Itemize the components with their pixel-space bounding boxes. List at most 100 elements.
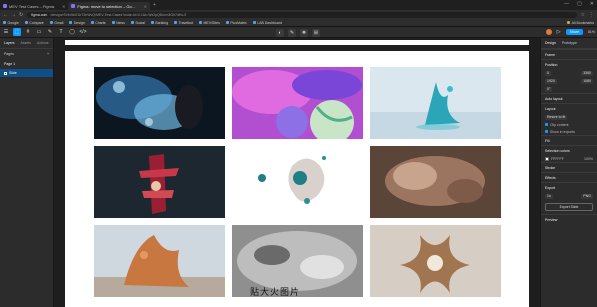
frame-section-title[interactable]: Frame bbox=[541, 49, 597, 59]
image-purple-swirl[interactable] bbox=[232, 67, 363, 139]
tab-prototype[interactable]: Prototype bbox=[562, 41, 577, 45]
preview-toggle[interactable]: Preview bbox=[541, 214, 597, 224]
close-tab-icon[interactable]: ✕ bbox=[144, 4, 147, 9]
component-tool-icon[interactable]: ❖ bbox=[300, 29, 308, 37]
frame-icon bbox=[4, 71, 7, 75]
tab-label: MEV Test Cases – Figma bbox=[9, 3, 55, 9]
dev-mode-icon[interactable]: </> bbox=[79, 28, 87, 36]
bookmark-item[interactable]: Gmail bbox=[49, 21, 63, 25]
fill-hex[interactable]: FFFFFF bbox=[551, 157, 564, 161]
x-field[interactable]: 0 bbox=[545, 70, 551, 76]
checkbox-icon bbox=[545, 130, 548, 133]
back-icon[interactable]: ← bbox=[3, 12, 8, 18]
layer-row-slide[interactable]: Slide bbox=[0, 69, 53, 77]
avatar[interactable] bbox=[545, 29, 552, 35]
bookmark-item[interactable]: Compare bbox=[24, 21, 44, 25]
image-cyan-splash[interactable] bbox=[370, 67, 501, 139]
export-format[interactable]: PNG bbox=[581, 193, 593, 199]
image-cream-splash[interactable] bbox=[370, 225, 501, 297]
shape-tool-icon[interactable]: ▭ bbox=[35, 28, 43, 36]
y-field[interactable]: 3360 bbox=[581, 70, 593, 76]
pen-tool-icon[interactable]: ✎ bbox=[46, 28, 54, 36]
add-page-icon[interactable]: + bbox=[47, 52, 49, 56]
image-orange-splash[interactable] bbox=[94, 225, 225, 297]
grid-tool-icon[interactable]: ⊞ bbox=[312, 29, 320, 37]
layer-label: Slide bbox=[9, 71, 17, 75]
tab-layers[interactable]: Layers bbox=[4, 41, 15, 45]
close-window-button[interactable]: ✕ bbox=[590, 1, 594, 7]
color-swatch[interactable] bbox=[545, 156, 549, 161]
image-blue-ink[interactable] bbox=[94, 67, 225, 139]
frame-tool-icon[interactable]: # bbox=[24, 28, 32, 36]
stroke-section-title[interactable]: Stroke bbox=[541, 162, 597, 172]
design-canvas[interactable]: 贴大火图片 bbox=[54, 38, 540, 307]
fill-row[interactable]: FFFFFF 100% bbox=[541, 155, 597, 162]
center-tools: ◐ ✎ ❖ ⊞ bbox=[276, 29, 320, 37]
present-icon[interactable]: ▷ bbox=[557, 29, 561, 35]
maximize-button[interactable]: ▢ bbox=[577, 1, 582, 7]
bookmark-label: Google bbox=[7, 20, 19, 25]
bookmark-favicon-icon bbox=[174, 21, 178, 24]
browser-menu-icon[interactable]: ⋮ bbox=[589, 12, 594, 18]
bookmark-favicon-icon bbox=[130, 21, 134, 24]
figma-icon bbox=[71, 4, 76, 8]
bookmark-item[interactable]: MEV/Sites bbox=[199, 21, 220, 25]
bookmark-item[interactable]: Charts bbox=[90, 21, 106, 25]
image-red-liquid-art bbox=[94, 146, 225, 218]
address-bar-row: ← → ↻ figma.com /design/rTc9x5kG1bT3nWvQ… bbox=[0, 10, 597, 19]
fill-opacity[interactable]: 100% bbox=[584, 157, 593, 161]
bookmark-item[interactable]: Banking bbox=[150, 21, 168, 25]
width-field[interactable]: 1920 bbox=[545, 78, 557, 84]
image-teal-splash-art bbox=[232, 146, 363, 218]
autolayout-section-title[interactable]: Auto layout bbox=[541, 93, 597, 103]
export-button[interactable]: Export Slide bbox=[545, 203, 593, 211]
comment-tool-icon[interactable]: ◯ bbox=[68, 28, 76, 36]
rotation-field[interactable]: 0° bbox=[545, 86, 553, 92]
frame-above[interactable] bbox=[65, 40, 529, 45]
tab-actions[interactable]: Actions bbox=[37, 41, 48, 45]
tab-design[interactable]: Design bbox=[545, 41, 556, 45]
bookmark-item[interactable]: News bbox=[111, 20, 125, 25]
all-bookmarks-label: All Bookmarks bbox=[571, 20, 594, 25]
page-item[interactable]: Page 1 bbox=[0, 59, 53, 69]
bookmark-favicon-icon bbox=[69, 21, 73, 24]
tab-assets[interactable]: Assets bbox=[21, 41, 32, 45]
text-tool-icon[interactable]: T bbox=[57, 28, 65, 36]
image-brown-splash[interactable] bbox=[370, 146, 501, 218]
nav-buttons: ← → ↻ bbox=[3, 12, 23, 18]
edit-tool-icon[interactable]: ✎ bbox=[288, 29, 296, 37]
reload-icon[interactable]: ↻ bbox=[19, 12, 23, 18]
layout-select[interactable]: Resize to fit bbox=[545, 114, 568, 120]
position-section-title: Position bbox=[541, 59, 597, 69]
bookmark-item[interactable]: Social bbox=[130, 21, 145, 25]
clip-content-row[interactable]: Clip content bbox=[541, 121, 597, 128]
zoom-level[interactable]: 81% bbox=[588, 30, 595, 34]
bookmark-item[interactable]: Design bbox=[69, 21, 85, 25]
share-button[interactable]: Share bbox=[565, 29, 583, 35]
browser-tab-figma[interactable]: Figma: move to selection – Go… ✕ bbox=[68, 2, 151, 10]
bookmark-item[interactable]: LAB Dashboard bbox=[252, 21, 282, 25]
new-tab-button[interactable]: + bbox=[153, 2, 156, 8]
image-red-liquid[interactable] bbox=[94, 146, 225, 218]
image-teal-splash[interactable] bbox=[232, 146, 363, 218]
height-field[interactable]: 1080 bbox=[581, 78, 593, 84]
fill-tool-icon[interactable]: ◐ bbox=[276, 29, 284, 37]
forward-icon[interactable]: → bbox=[11, 12, 16, 18]
bookmark-item[interactable]: Google bbox=[3, 21, 19, 25]
effects-section-title[interactable]: Effects bbox=[541, 172, 597, 182]
bookmark-favicon-icon bbox=[111, 21, 115, 24]
bookmark-item[interactable]: PicoMatrix bbox=[225, 21, 247, 25]
url-input[interactable]: figma.com /design/rTc9x5kG1bT3nWvQ/MEV-T… bbox=[27, 11, 577, 18]
export-scale[interactable]: 1x bbox=[545, 193, 553, 199]
all-bookmarks[interactable]: All Bookmarks bbox=[567, 21, 594, 25]
main-menu-icon[interactable]: ☰ bbox=[2, 28, 10, 36]
window-controls: — ▢ ✕ bbox=[564, 1, 594, 7]
bookmark-label: News bbox=[116, 20, 125, 25]
close-tab-icon[interactable]: ✕ bbox=[62, 4, 65, 9]
show-in-exports-row[interactable]: Show in exports bbox=[541, 128, 597, 135]
minimize-button[interactable]: — bbox=[564, 1, 569, 7]
browser-tab-mev[interactable]: MEV Test Cases – Figma ✕ bbox=[0, 2, 68, 10]
move-tool-icon[interactable]: ⬚ bbox=[13, 28, 21, 36]
bookmark-star-icon[interactable]: ☆ bbox=[581, 12, 585, 18]
bookmark-item[interactable]: Travelbot bbox=[174, 21, 193, 25]
